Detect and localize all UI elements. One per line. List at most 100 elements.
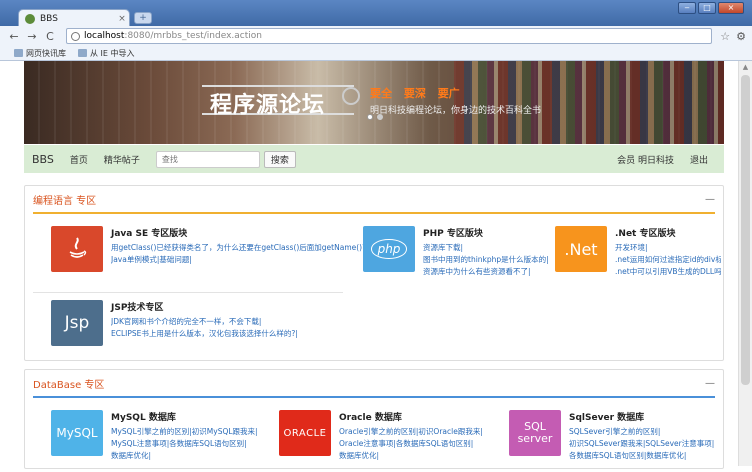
forum-name[interactable]: Java SE 专区版块 bbox=[111, 226, 369, 239]
window-controls: ‒ □ × bbox=[678, 2, 744, 14]
wrench-icon[interactable]: ⚙ bbox=[736, 30, 746, 43]
forum-item[interactable]: .Net .Net 专区版块 开发环境| .net运用如何过滤指定id的div标… bbox=[555, 226, 721, 278]
member-link[interactable]: 会员 明日科技 bbox=[617, 153, 674, 166]
new-tab-button[interactable]: + bbox=[134, 12, 152, 24]
forum-name[interactable]: PHP 专区版块 bbox=[423, 226, 549, 239]
programming-section: 编程语言 专区 — Java SE 专区版块 用getClass()已经获得类名… bbox=[24, 185, 724, 361]
forum-topic[interactable]: 数据库优化| bbox=[339, 450, 483, 462]
forum-name[interactable]: Oracle 数据库 bbox=[339, 410, 483, 423]
globe-icon bbox=[25, 13, 35, 24]
page-icon bbox=[71, 31, 80, 41]
section-title: DataBase 专区 bbox=[33, 379, 105, 391]
tab-title: BBS bbox=[40, 13, 58, 24]
close-icon[interactable]: × bbox=[115, 14, 129, 24]
vertical-scrollbar[interactable]: ▲ bbox=[738, 61, 752, 466]
section-header: 编程语言 专区 — bbox=[25, 186, 723, 212]
forum-topic[interactable]: Oracle注意事项|各数据库SQL语句区别| bbox=[339, 438, 483, 450]
carousel-dot[interactable] bbox=[367, 114, 373, 120]
minimize-button[interactable]: ‒ bbox=[678, 2, 696, 14]
maximize-button[interactable]: □ bbox=[698, 2, 716, 14]
nav-featured[interactable]: 精华帖子 bbox=[104, 153, 140, 166]
browser-tab[interactable]: BBS × bbox=[18, 9, 130, 27]
forum-topic[interactable]: JDK官网和书个介绍的完全不一样，不会下载| bbox=[111, 316, 298, 328]
forum-body: Oracle 数据库 Oracle引擎之前的区别|初识Oracle跟我来| Or… bbox=[339, 410, 483, 462]
forum-topic[interactable]: Oracle引擎之前的区别|初识Oracle跟我来| bbox=[339, 426, 483, 438]
forum-item[interactable]: SQL server SqlSever 数据库 SQLSever引擎之前的区别|… bbox=[509, 410, 714, 462]
forum-item[interactable]: Java SE 专区版块 用getClass()已经获得类名了，为什么还要在ge… bbox=[51, 226, 369, 272]
jsp-icon: Jsp bbox=[51, 300, 103, 346]
site-brand[interactable]: BBS bbox=[32, 153, 54, 166]
forum-topic[interactable]: Java单例模式|基础问题| bbox=[111, 254, 369, 266]
window-close-button[interactable]: × bbox=[718, 2, 744, 14]
forum-item[interactable]: MySQL MySQL 数据库 MySQL引擎之前的区别|初识MySQL跟我来|… bbox=[51, 410, 258, 462]
forum-topic[interactable]: 数据库优化| bbox=[111, 450, 258, 462]
forum-topic[interactable]: SQLSever引擎之前的区别| bbox=[569, 426, 714, 438]
section-header: DataBase 专区 — bbox=[25, 370, 723, 396]
banner-title: 程序源论坛 bbox=[210, 93, 326, 118]
forum-body: JSP技术专区 JDK官网和书个介绍的完全不一样，不会下载| ECLIPSE书上… bbox=[111, 300, 298, 346]
bookmark-item[interactable]: 网页快讯库 bbox=[14, 48, 66, 59]
forum-item[interactable]: php PHP 专区版块 资源库下载| 图书中用到的thinkphp是什么版本的… bbox=[363, 226, 549, 278]
forum-topic[interactable]: .net中可以引用VB生成的DLL吗?| bbox=[615, 266, 721, 278]
forum-item[interactable]: ORACLE Oracle 数据库 Oracle引擎之前的区别|初识Oracle… bbox=[279, 410, 483, 462]
java-icon bbox=[51, 226, 103, 272]
reload-button[interactable]: C bbox=[42, 30, 58, 43]
forum-name[interactable]: .Net 专区版块 bbox=[615, 226, 721, 239]
page-viewport: 程序源论坛 要全 要深 要广 明日科技编程论坛，你身边的技术百科全书 BBS 首… bbox=[0, 61, 752, 472]
section-underline bbox=[33, 212, 715, 214]
bookmarks-bar: 网页快讯库 从 IE 中导入 bbox=[0, 46, 752, 61]
forum-topic[interactable]: .net运用如何过滤指定id的div标签| bbox=[615, 254, 721, 266]
bookmark-label: 从 IE 中导入 bbox=[90, 48, 135, 58]
forum-item[interactable]: Jsp JSP技术专区 JDK官网和书个介绍的完全不一样，不会下载| ECLIP… bbox=[51, 300, 298, 346]
forum-body: MySQL 数据库 MySQL引擎之前的区别|初识MySQL跟我来| MySQL… bbox=[111, 410, 258, 462]
browser-toolbar: ← → C localhost :8080/mrbbs_test/index.a… bbox=[0, 26, 752, 46]
forum-topic[interactable]: 资源库中为什么有些资源看不了| bbox=[423, 266, 549, 278]
forum-topic[interactable]: 初识SQLSever跟我来|SQLSever注意事项| bbox=[569, 438, 714, 450]
mysql-icon: MySQL bbox=[51, 410, 103, 456]
magnifier-icon bbox=[342, 87, 360, 105]
bookmark-label: 网页快讯库 bbox=[26, 48, 66, 58]
slogan-item: 要深 bbox=[403, 87, 426, 100]
scroll-up-icon[interactable]: ▲ bbox=[739, 61, 752, 73]
forum-topic[interactable]: ECLIPSE书上用是什么版本，汉化包我该选择什么样的?| bbox=[111, 328, 298, 340]
forum-name[interactable]: JSP技术专区 bbox=[111, 300, 298, 313]
sqlserver-icon: SQL server bbox=[509, 410, 561, 456]
url-host: localhost bbox=[84, 31, 125, 41]
banner-slogan: 要全 要深 要广 bbox=[370, 85, 468, 101]
nav-home[interactable]: 首页 bbox=[70, 153, 88, 166]
carousel-dots bbox=[367, 114, 383, 120]
forum-name[interactable]: MySQL 数据库 bbox=[111, 410, 258, 423]
forum-name[interactable]: SqlSever 数据库 bbox=[569, 410, 714, 423]
scrollbar-thumb[interactable] bbox=[741, 75, 750, 385]
forum-topic[interactable]: 资源库下载| bbox=[423, 242, 549, 254]
net-icon: .Net bbox=[555, 226, 607, 272]
slogan-item: 要全 bbox=[370, 87, 392, 100]
slogan-item: 要广 bbox=[437, 87, 460, 100]
section-underline bbox=[33, 396, 715, 398]
database-section: DataBase 专区 — MySQL MySQL 数据库 MySQL引擎之前的… bbox=[24, 369, 724, 469]
collapse-icon[interactable]: — bbox=[705, 378, 715, 389]
bookmark-star-icon[interactable]: ☆ bbox=[720, 30, 730, 43]
search-input[interactable] bbox=[155, 150, 260, 168]
forward-button[interactable]: → bbox=[24, 30, 40, 43]
forum-topic[interactable]: 用getClass()已经获得类名了，为什么还要在getClass()后面加ge… bbox=[111, 242, 369, 254]
search-button[interactable]: 搜索 bbox=[263, 150, 296, 168]
banner-subtitle: 明日科技编程论坛，你身边的技术百科全书 bbox=[370, 106, 542, 116]
collapse-icon[interactable]: — bbox=[705, 194, 715, 205]
window-titlebar: BBS × + ‒ □ × bbox=[0, 0, 752, 27]
logout-link[interactable]: 退出 bbox=[690, 153, 708, 166]
forum-body: .Net 专区版块 开发环境| .net运用如何过滤指定id的div标签| .n… bbox=[615, 226, 721, 278]
forum-topic[interactable]: MySQL引擎之前的区别|初识MySQL跟我来| bbox=[111, 426, 258, 438]
user-links: 会员 明日科技 退出 bbox=[617, 153, 708, 166]
forum-topic[interactable]: 图书中用到的thinkphp是什么版本的| bbox=[423, 254, 549, 266]
site-navbar: BBS 首页 精华帖子 搜索 会员 明日科技 退出 bbox=[24, 145, 724, 173]
back-button[interactable]: ← bbox=[6, 30, 22, 43]
section-title: 编程语言 专区 bbox=[33, 195, 97, 207]
bookmark-icon bbox=[14, 49, 23, 57]
bookmark-item[interactable]: 从 IE 中导入 bbox=[78, 48, 135, 59]
address-bar[interactable]: localhost :8080/mrbbs_test/index.action bbox=[66, 28, 713, 44]
forum-topic[interactable]: MySQL注意事项|各数据库SQL语句区别| bbox=[111, 438, 258, 450]
carousel-dot[interactable] bbox=[377, 114, 383, 120]
forum-topic[interactable]: 开发环境| bbox=[615, 242, 721, 254]
forum-topic[interactable]: 各数据库SQL语句区别|数据库优化| bbox=[569, 450, 714, 462]
